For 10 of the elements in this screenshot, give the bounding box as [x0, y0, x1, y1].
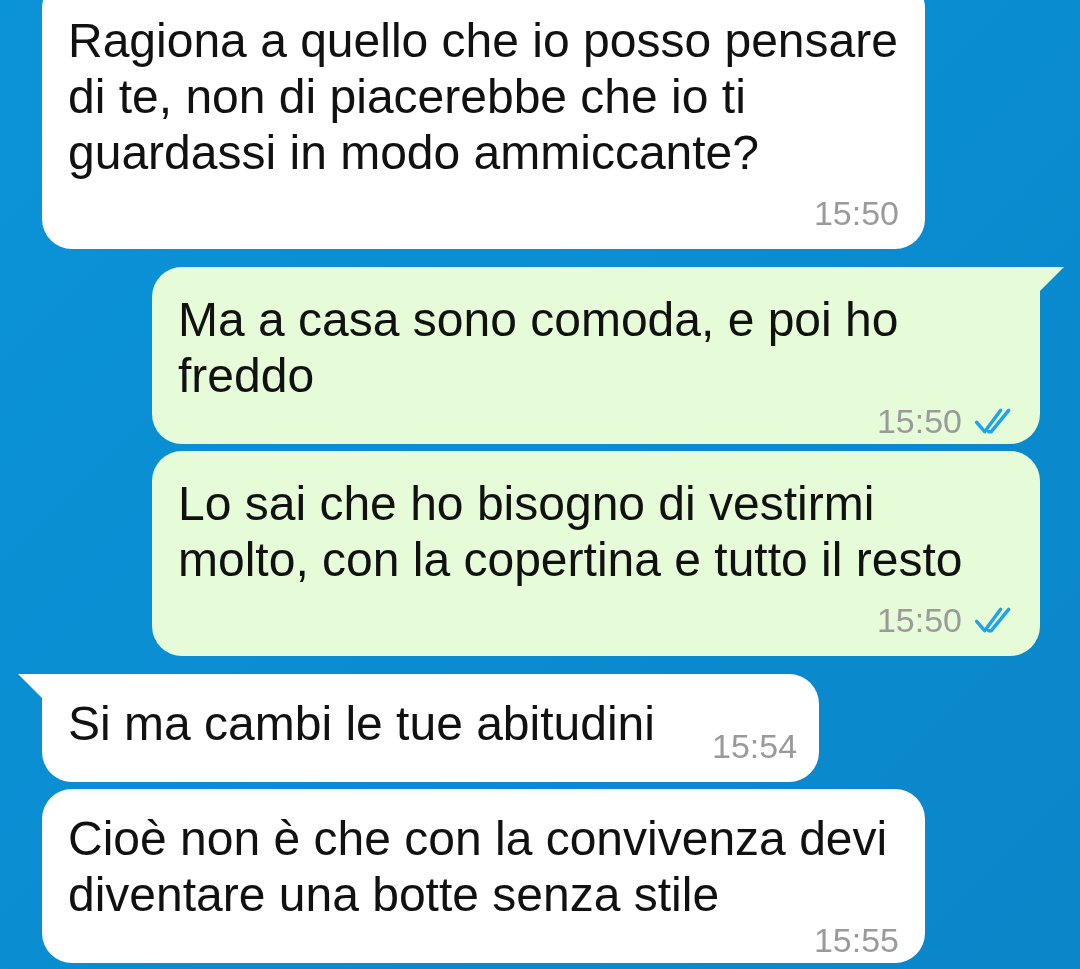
message-time: 15:50 [876, 404, 962, 438]
message-time: 15:54 [711, 726, 798, 766]
message-time: 15:50 [813, 193, 899, 233]
message-text: Si ma cambi le tue abitudini [68, 696, 655, 752]
message-time: 15:50 [876, 600, 962, 640]
message-time: 15:55 [813, 923, 899, 957]
message-text: Ragiona a quello che io posso pensare di te, non di piacerebbe che io ti guardassi in modo ammiccante? [68, 13, 899, 181]
message-text: Lo sai che ho bisogno di vestirmi molto, con la copertina e tutto il resto [178, 476, 964, 588]
message-text: Ma a casa sono comoda, e poi ho freddo [178, 292, 900, 404]
message-text: Cioè non è che con la convivenza devi diventare una botte senza stile [68, 811, 889, 923]
